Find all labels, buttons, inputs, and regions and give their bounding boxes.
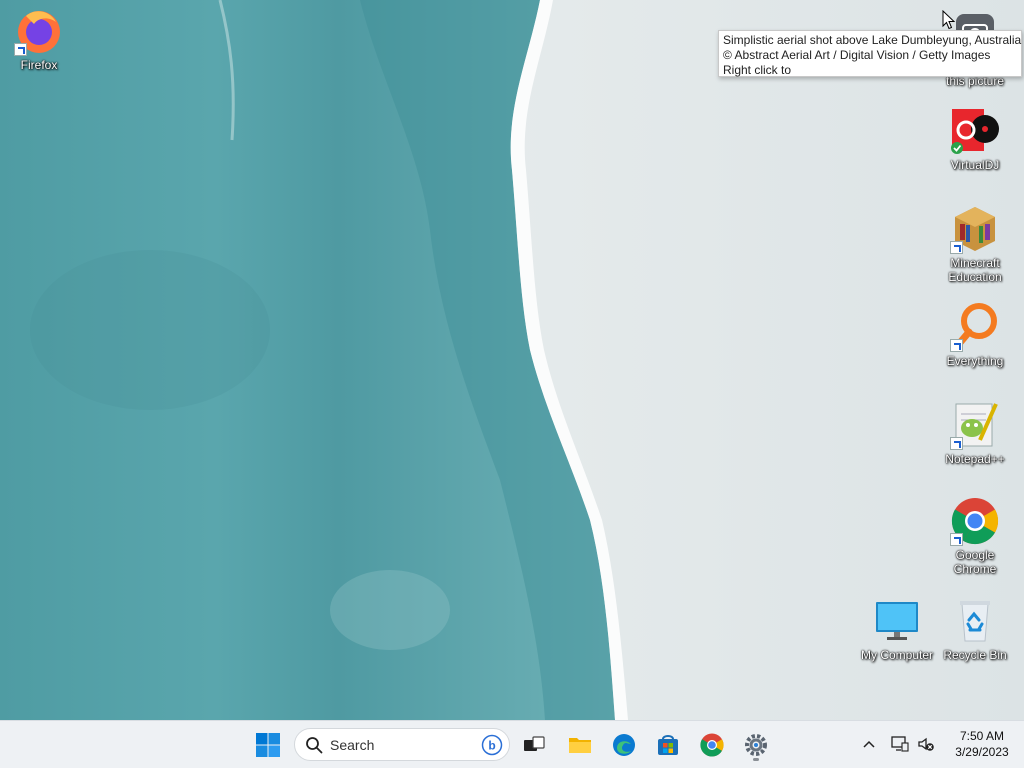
desktop-icon-virtualdj[interactable]: VirtualDJ bbox=[936, 106, 1014, 172]
search-icon bbox=[306, 737, 323, 754]
edge-button[interactable] bbox=[606, 727, 642, 763]
desktop-icon-my-computer[interactable]: My Computer bbox=[858, 596, 936, 662]
taskbar-search-box[interactable]: Search b bbox=[294, 728, 510, 761]
svg-text:b: b bbox=[488, 739, 495, 753]
search-placeholder: Search bbox=[330, 737, 375, 753]
everything-search-icon bbox=[950, 302, 1000, 352]
tooltip-line: © Abstract Aerial Art / Digital Vision /… bbox=[723, 48, 991, 62]
desktop-icon-label: Minecraft Education bbox=[948, 256, 1002, 284]
virtualdj-icon bbox=[950, 106, 1000, 156]
edge-icon bbox=[613, 734, 635, 756]
wallpaper-info-tooltip: Simplistic aerial shot above Lake Dumble… bbox=[718, 30, 1022, 77]
desktop-icon-google-chrome[interactable]: Google Chrome bbox=[936, 496, 1014, 576]
mouse-cursor-icon bbox=[942, 10, 956, 30]
shortcut-arrow-icon bbox=[950, 437, 963, 450]
settings-icon bbox=[745, 734, 767, 756]
start-button[interactable] bbox=[250, 727, 286, 763]
desktop-icon-label: Notepad++ bbox=[945, 452, 1005, 466]
desktop[interactable]: Firefox this picture VirtualDJ Minecraft… bbox=[0, 0, 1024, 720]
shortcut-arrow-icon bbox=[950, 241, 963, 254]
notepadpp-icon bbox=[950, 400, 1000, 450]
desktop-icon-recycle-bin[interactable]: Recycle Bin bbox=[936, 596, 1014, 662]
network-icon[interactable] bbox=[890, 734, 910, 754]
desktop-icon-everything[interactable]: Everything bbox=[936, 302, 1014, 368]
settings-button[interactable] bbox=[738, 727, 774, 763]
taskbar: Search b 7:50 AM 3/29/2023 bbox=[0, 720, 1024, 768]
tooltip-line: Simplistic aerial shot above Lake Dumble… bbox=[723, 33, 1022, 47]
clock-date: 3/29/2023 bbox=[955, 745, 1009, 759]
shortcut-arrow-icon bbox=[950, 533, 963, 546]
desktop-icon-label: VirtualDJ bbox=[950, 158, 1000, 172]
task-view-button[interactable] bbox=[516, 727, 552, 763]
shortcut-arrow-icon bbox=[950, 339, 963, 352]
desktop-icon-label: Recycle Bin bbox=[943, 648, 1007, 662]
microsoft-store-button[interactable] bbox=[650, 727, 686, 763]
show-hidden-icons-chevron-icon[interactable] bbox=[859, 734, 879, 754]
task-view-icon bbox=[524, 736, 545, 751]
active-indicator bbox=[753, 758, 759, 761]
microsoft-store-icon bbox=[658, 735, 678, 755]
desktop-icon-label: My Computer bbox=[860, 648, 934, 662]
file-explorer-icon bbox=[569, 738, 591, 753]
windows-start-icon bbox=[256, 733, 280, 757]
taskbar-clock[interactable]: 7:50 AM 3/29/2023 bbox=[944, 728, 1020, 760]
recycle-bin-icon bbox=[950, 596, 1000, 646]
firefox-icon bbox=[14, 6, 64, 56]
volume-muted-icon[interactable] bbox=[916, 734, 936, 754]
desktop-icon-label: Firefox bbox=[20, 58, 58, 72]
file-explorer-button[interactable] bbox=[562, 727, 598, 763]
clock-time: 7:50 AM bbox=[959, 729, 1005, 743]
tooltip-line: Right click to bbox=[723, 63, 792, 77]
chrome-taskbar-button[interactable] bbox=[694, 727, 730, 763]
bing-icon[interactable]: b bbox=[481, 734, 503, 756]
monitor-icon bbox=[872, 596, 922, 646]
shortcut-arrow-icon bbox=[14, 43, 27, 56]
desktop-icon-label: Google Chrome bbox=[953, 548, 997, 576]
desktop-icon-firefox[interactable]: Firefox bbox=[0, 6, 78, 72]
minecraft-icon bbox=[950, 204, 1000, 254]
desktop-icon-minecraft-education[interactable]: Minecraft Education bbox=[936, 204, 1014, 284]
chrome-icon bbox=[950, 496, 1000, 546]
desktop-icon-notepadpp[interactable]: Notepad++ bbox=[936, 400, 1014, 466]
chrome-icon bbox=[700, 733, 724, 757]
desktop-icon-label: Everything bbox=[946, 354, 1004, 368]
